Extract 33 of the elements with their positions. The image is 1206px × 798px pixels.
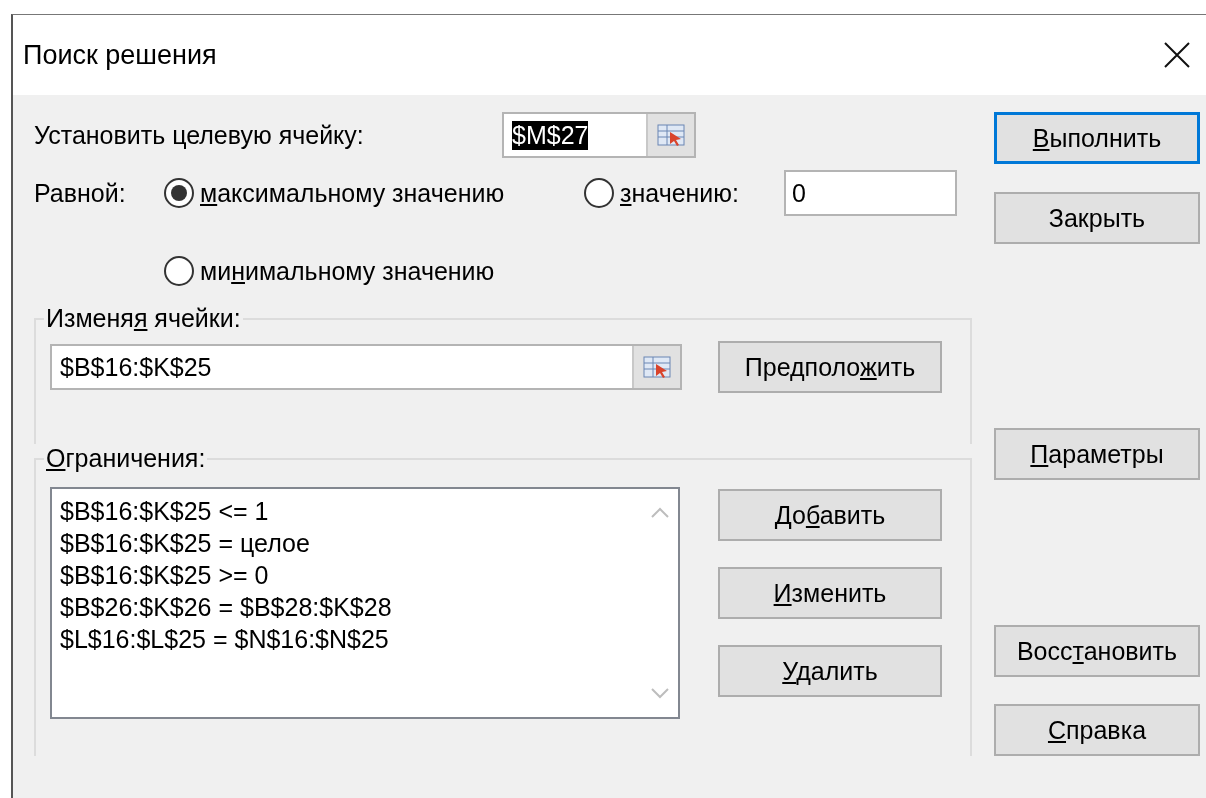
- dialog-button[interactable]: Параметры: [994, 428, 1200, 480]
- constraint-item[interactable]: $B$16:$K$25 <= 1: [60, 495, 642, 527]
- constraints-list[interactable]: $B$16:$K$25 <= 1 $B$16:$K$25 = целое $B$16:$K$25 >= 0 $B$26:$K$26 = $B$28:$K$28 $L$16:$L$25 = $N$16:$N$25: [50, 487, 680, 719]
- constraints-label: Ограничения:: [45, 444, 207, 473]
- dialog-button[interactable]: Восстановить: [994, 625, 1200, 677]
- changing-cells-label: Изменяя ячейки:: [45, 304, 242, 333]
- target-cell-field[interactable]: $M$27: [502, 112, 696, 158]
- close-icon: [1164, 42, 1190, 68]
- range-picker-icon: [657, 123, 685, 147]
- range-picker-button[interactable]: [632, 346, 680, 388]
- equal-to-label: Равной:: [34, 178, 127, 208]
- dialog-button[interactable]: Выполнить: [994, 112, 1200, 164]
- window-title: Поиск решения: [23, 39, 217, 71]
- constraint-item[interactable]: $B$26:$K$26 = $B$28:$K$28: [60, 591, 642, 623]
- guess-button[interactable]: Предположить: [718, 341, 942, 393]
- dialog-button[interactable]: Справка: [994, 704, 1200, 756]
- radio-option[interactable]: значению:: [584, 178, 784, 208]
- constraint-item[interactable]: $B$16:$K$25 >= 0: [60, 559, 642, 591]
- dialog-button[interactable]: Закрыть: [994, 192, 1200, 244]
- range-picker-icon: [643, 355, 671, 379]
- target-cell-label: Установить целевую ячейку:: [34, 120, 365, 150]
- constraint-button[interactable]: Изменить: [718, 567, 942, 619]
- range-picker-button[interactable]: [646, 114, 694, 156]
- constraint-button[interactable]: Удалить: [718, 645, 942, 697]
- value-field[interactable]: 0: [784, 170, 957, 216]
- scroll-down-icon[interactable]: [651, 688, 669, 699]
- radio-option[interactable]: максимальному значению: [164, 178, 584, 208]
- scroll-up-icon[interactable]: [651, 507, 669, 518]
- radio-option[interactable]: минимальному значению: [164, 256, 495, 286]
- constraint-item[interactable]: $L$16:$L$25 = $N$16:$N$25: [60, 623, 642, 655]
- constraint-item[interactable]: $B$16:$K$25 = целое: [60, 527, 642, 559]
- changing-cells-field[interactable]: $B$16:$K$25: [50, 344, 682, 390]
- constraint-button[interactable]: Добавить: [718, 489, 942, 541]
